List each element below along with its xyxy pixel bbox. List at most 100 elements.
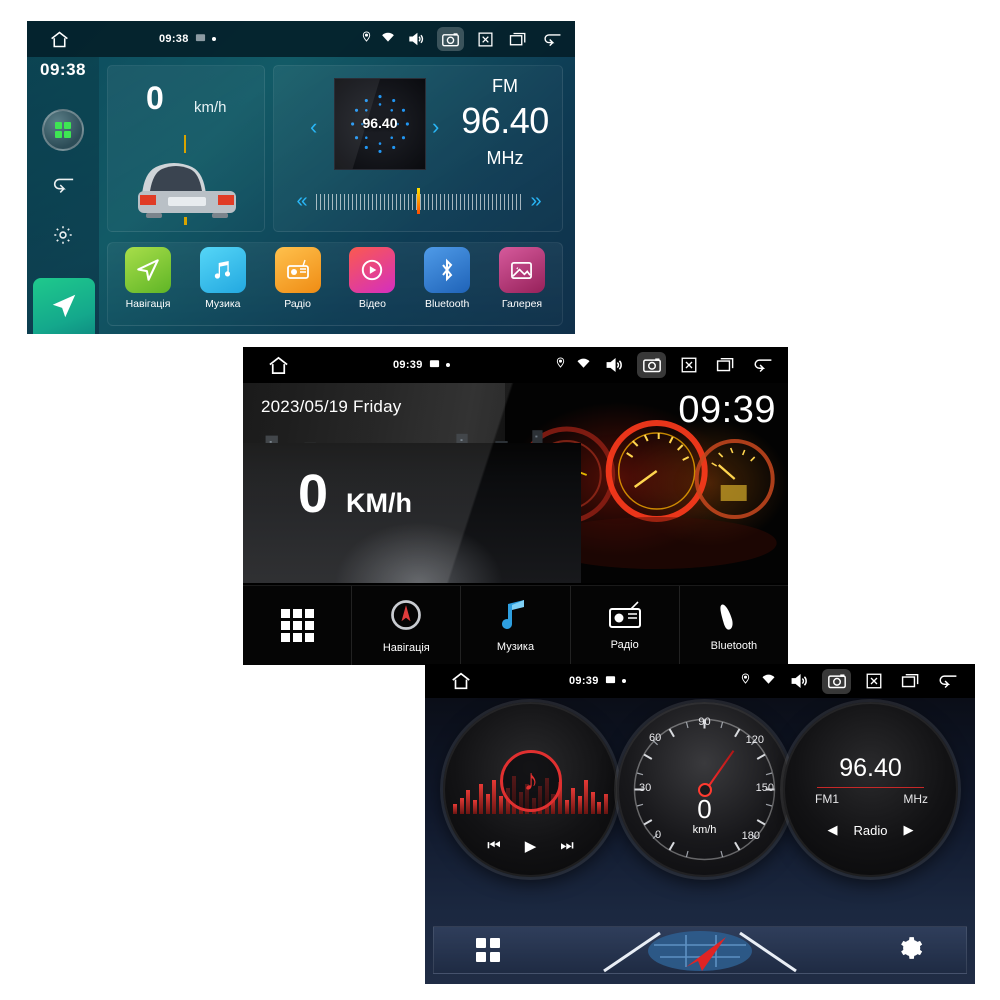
radio-widget[interactable]: 96.40 FM1 MHz ◀ Radio ▶ — [783, 702, 958, 877]
status-clock: 09:38 — [159, 33, 189, 45]
apps-grid-icon[interactable] — [42, 109, 84, 151]
close-x-icon[interactable] — [473, 27, 497, 51]
back-arrow-icon[interactable] — [51, 175, 75, 200]
dock-label: Радіо — [610, 639, 639, 651]
music-note-icon — [500, 598, 532, 637]
panel2-speed-widget: 0 KM/h — [298, 467, 412, 521]
apps-grid-icon[interactable] — [476, 938, 500, 962]
speed-unit: km/h — [692, 824, 717, 836]
album-frequency: 96.40 — [362, 115, 398, 131]
panel2-hero: 2023/05/19 Friday 09:39 0 KM/h — [243, 383, 788, 583]
recents-icon[interactable] — [506, 27, 530, 51]
music-note-icon — [199, 247, 246, 293]
dock-app-bluetooth[interactable]: Bluetooth — [415, 247, 479, 310]
camera-icon[interactable] — [637, 352, 666, 378]
head-unit-screen-3: 09:39 ♪ ⏮ ▶ ⏭ 90 60 120 30 150 0 180 0 k… — [425, 664, 975, 984]
screenshot-stage: 09:38 09:38 0 km/h ‹ 96.40 › FM 96.40 MH… — [0, 0, 1000, 1000]
play-button[interactable]: ▶ — [525, 837, 537, 855]
close-x-icon[interactable] — [676, 352, 702, 378]
panel2-app-dock: Навігація Музика Радіо Bluetooth — [243, 585, 788, 665]
dock-label: Музика — [205, 298, 241, 310]
speedometer-widget[interactable]: 90 60 120 30 150 0 180 0 km/h — [617, 702, 792, 877]
navigation-arrow-icon — [125, 247, 171, 293]
speed-value: 0 — [697, 794, 712, 824]
dock-label: Bluetooth — [425, 298, 470, 310]
phone-handset-icon — [718, 599, 750, 636]
music-widget[interactable]: ♪ ⏮ ▶ ⏭ — [443, 702, 618, 877]
dock-app-radio[interactable]: Радіо — [266, 247, 330, 310]
camera-icon[interactable] — [437, 27, 464, 51]
panel1-speed-widget[interactable]: 0 km/h — [107, 65, 265, 232]
back-arrow-icon[interactable] — [748, 352, 776, 378]
apps-grid-glyph — [55, 122, 71, 138]
navigation-arrow-icon[interactable] — [590, 927, 810, 973]
image-icon — [605, 672, 616, 690]
tuner-needle — [416, 188, 420, 214]
dock-label: Відео — [358, 298, 386, 310]
prev-track-button[interactable]: ⏮ — [487, 837, 501, 855]
dock-app-music[interactable]: Музика — [191, 247, 255, 310]
gear-icon[interactable] — [898, 935, 924, 966]
radio-divider — [817, 787, 924, 788]
clock-label: 09:39 — [678, 389, 776, 431]
radio-next-arrow[interactable]: ▶ — [903, 822, 913, 838]
dock-app-music[interactable]: Музика — [461, 586, 571, 665]
panel1-radio-widget[interactable]: ‹ 96.40 › FM 96.40 MHz « » — [273, 65, 563, 232]
close-x-icon[interactable] — [861, 669, 887, 694]
gauge-tick-150: 150 — [755, 782, 774, 794]
home-icon[interactable] — [439, 670, 483, 692]
head-unit-screen-2: 09:39 2023/05/19 Friday 09:39 0 KM/h Нав… — [243, 347, 788, 665]
radio-next-arrow[interactable]: › — [432, 114, 439, 140]
gauge-tick-90: 90 — [698, 716, 711, 728]
tuner-scale[interactable] — [316, 188, 522, 214]
recents-icon[interactable] — [897, 669, 923, 694]
location-pin-icon — [361, 30, 372, 48]
gallery-image-icon — [498, 247, 545, 293]
panel1-app-dock: Навігація Музика Радіо Відео Bluetooth Г… — [107, 242, 563, 326]
dock-app-all-apps[interactable] — [243, 586, 353, 665]
navigation-arrow-icon[interactable] — [33, 278, 95, 334]
panel3-widgets: ♪ ⏮ ▶ ⏭ 90 60 120 30 150 0 180 0 km/h 96… — [425, 702, 975, 912]
status-dot — [445, 363, 450, 367]
apps-grid-icon — [280, 609, 314, 642]
dock-app-navigation[interactable]: Навігація — [116, 247, 180, 310]
music-note-icon: ♪ — [500, 750, 562, 812]
speed-value: 0 — [146, 80, 164, 116]
bluetooth-icon — [424, 247, 471, 293]
radio-prev-arrow[interactable]: ◀ — [828, 822, 838, 838]
back-arrow-icon[interactable] — [539, 27, 565, 51]
radio-prev-arrow[interactable]: ‹ — [310, 114, 317, 140]
volume-icon[interactable] — [404, 27, 428, 51]
dock-label: Навігація — [382, 642, 430, 654]
image-icon — [429, 356, 440, 374]
sidebar-clock: 09:38 — [40, 60, 86, 79]
gear-icon[interactable] — [52, 224, 74, 251]
wifi-icon — [761, 672, 776, 690]
volume-icon[interactable] — [786, 669, 812, 694]
home-icon[interactable] — [37, 29, 81, 50]
dock-app-gallery[interactable]: Галерея — [490, 247, 554, 310]
compass-navigation-icon — [388, 597, 424, 638]
image-icon — [195, 30, 206, 48]
back-arrow-icon[interactable] — [933, 669, 961, 694]
dock-app-radio[interactable]: Радіо — [571, 586, 680, 665]
radio-source-selector: ◀ Radio ▶ — [783, 822, 958, 838]
radio-album-art: 96.40 — [334, 78, 426, 170]
radio-icon — [607, 600, 643, 635]
dock-label: Bluetooth — [710, 640, 758, 652]
next-track-button[interactable]: ⏭ — [560, 837, 574, 855]
seek-forward-icon[interactable]: » — [522, 190, 550, 213]
dock-app-navigation[interactable]: Навігація — [352, 586, 462, 665]
date-label: 2023/05/19 Friday — [261, 397, 402, 416]
seek-back-icon[interactable]: « — [288, 190, 316, 213]
wifi-icon — [381, 30, 395, 48]
radio-tuner[interactable]: « » — [288, 181, 550, 221]
video-play-icon — [349, 247, 396, 293]
volume-icon[interactable] — [601, 352, 627, 378]
recents-icon[interactable] — [712, 352, 738, 378]
home-icon[interactable] — [255, 354, 301, 377]
head-unit-screen-1: 09:38 09:38 0 km/h ‹ 96.40 › FM 96.40 MH… — [27, 21, 575, 334]
camera-icon[interactable] — [822, 668, 851, 694]
dock-app-bluetooth[interactable]: Bluetooth — [680, 586, 788, 665]
dock-app-video[interactable]: Відео — [340, 247, 404, 310]
